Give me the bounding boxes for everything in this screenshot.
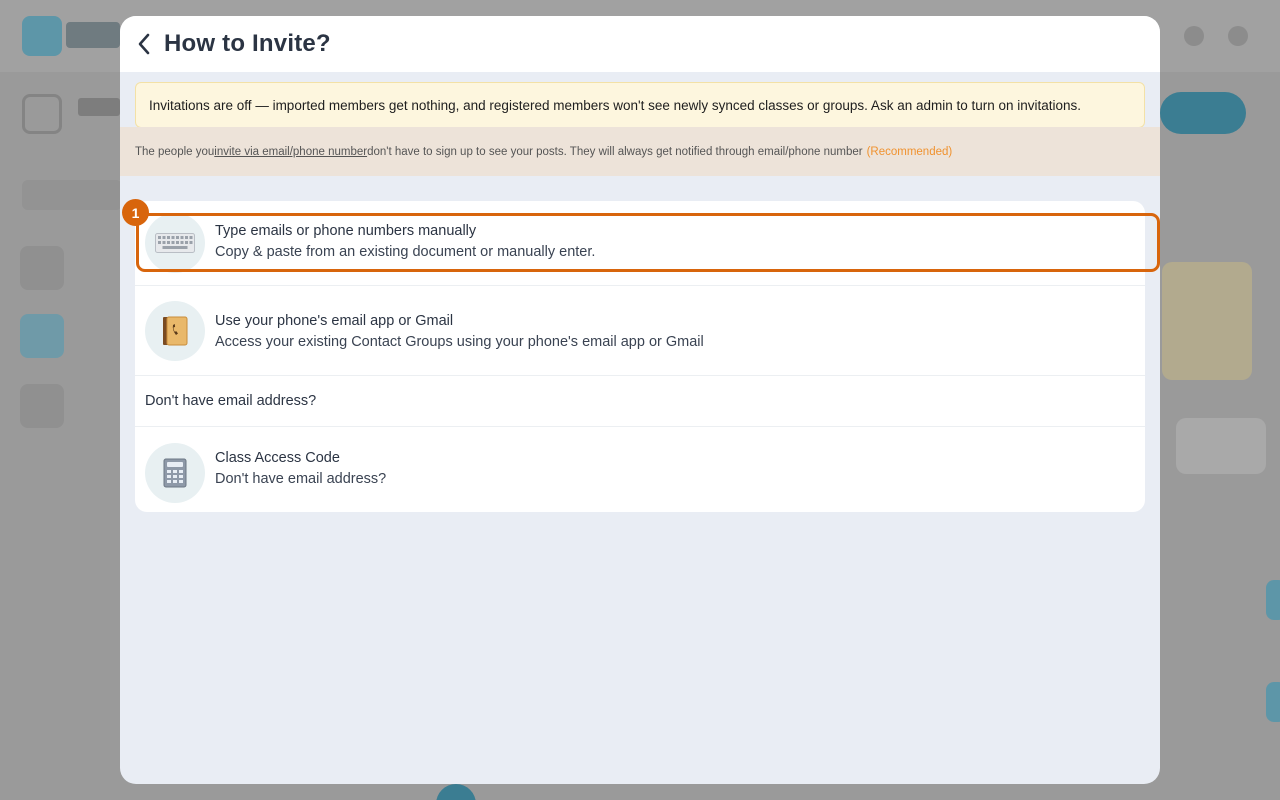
option-title: Type emails or phone numbers manually	[215, 223, 477, 239]
sidebar-item	[20, 246, 64, 290]
class-avatar	[22, 94, 62, 134]
background-card-edge	[1266, 580, 1280, 620]
option-text: Use your phone's email app or Gmail Acce…	[215, 311, 704, 353]
background-invite-button	[1160, 92, 1246, 134]
back-button[interactable]	[130, 30, 158, 58]
option-phone-email-app[interactable]: Use your phone's email app or Gmail Acce…	[135, 286, 1145, 376]
option-title: Use your phone's email app or Gmail	[215, 313, 454, 329]
class-name	[78, 98, 120, 116]
option-text: Type emails or phone numbers manually Co…	[215, 221, 595, 263]
sidebar-item	[20, 384, 64, 428]
invitations-off-warning: Invitations are off — imported members g…	[135, 82, 1145, 128]
app-logo	[22, 16, 62, 56]
no-email-section-label: Don't have email address?	[135, 376, 1145, 427]
calculator-icon	[145, 443, 205, 503]
background-chip	[1176, 418, 1266, 474]
option-subtitle: Don't have email address?	[215, 471, 387, 487]
background-search	[22, 180, 122, 210]
chevron-left-icon	[138, 33, 150, 55]
help-icon	[1184, 26, 1204, 46]
background-panel	[1162, 262, 1252, 380]
modal-header: How to Invite?	[120, 16, 1160, 72]
info-text-after: don't have to sign up to see your posts.…	[367, 145, 863, 158]
background-card-edge	[1266, 682, 1280, 722]
profile-icon	[1228, 26, 1248, 46]
option-type-manually[interactable]: Type emails or phone numbers manually Co…	[135, 201, 1145, 286]
option-title: Class Access Code	[215, 450, 340, 466]
invite-options-card: Type emails or phone numbers manually Co…	[135, 201, 1145, 512]
warning-text: Invitations are off — imported members g…	[149, 97, 1082, 113]
recommended-label: (Recommended)	[866, 145, 953, 158]
invite-modal: How to Invite? Invitations are off — imp…	[120, 16, 1160, 784]
background-avatar	[436, 784, 476, 800]
address-book-icon	[145, 301, 205, 361]
option-class-access-code[interactable]: Class Access Code Don't have email addre…	[135, 427, 1145, 512]
sidebar-item-active	[20, 314, 64, 358]
keyboard-icon	[145, 213, 205, 273]
info-text-before: The people you	[135, 145, 215, 158]
invite-link[interactable]: invite via email/phone number	[214, 146, 367, 158]
option-subtitle: Access your existing Contact Groups usin…	[215, 334, 704, 350]
option-subtitle: Copy & paste from an existing document o…	[215, 244, 596, 260]
option-text: Class Access Code Don't have email addre…	[215, 448, 386, 490]
app-logo-text	[66, 22, 120, 48]
step-number-badge: 1	[122, 199, 149, 226]
modal-title: How to Invite?	[164, 30, 331, 57]
info-banner: The people you invite via email/phone nu…	[120, 127, 1160, 176]
